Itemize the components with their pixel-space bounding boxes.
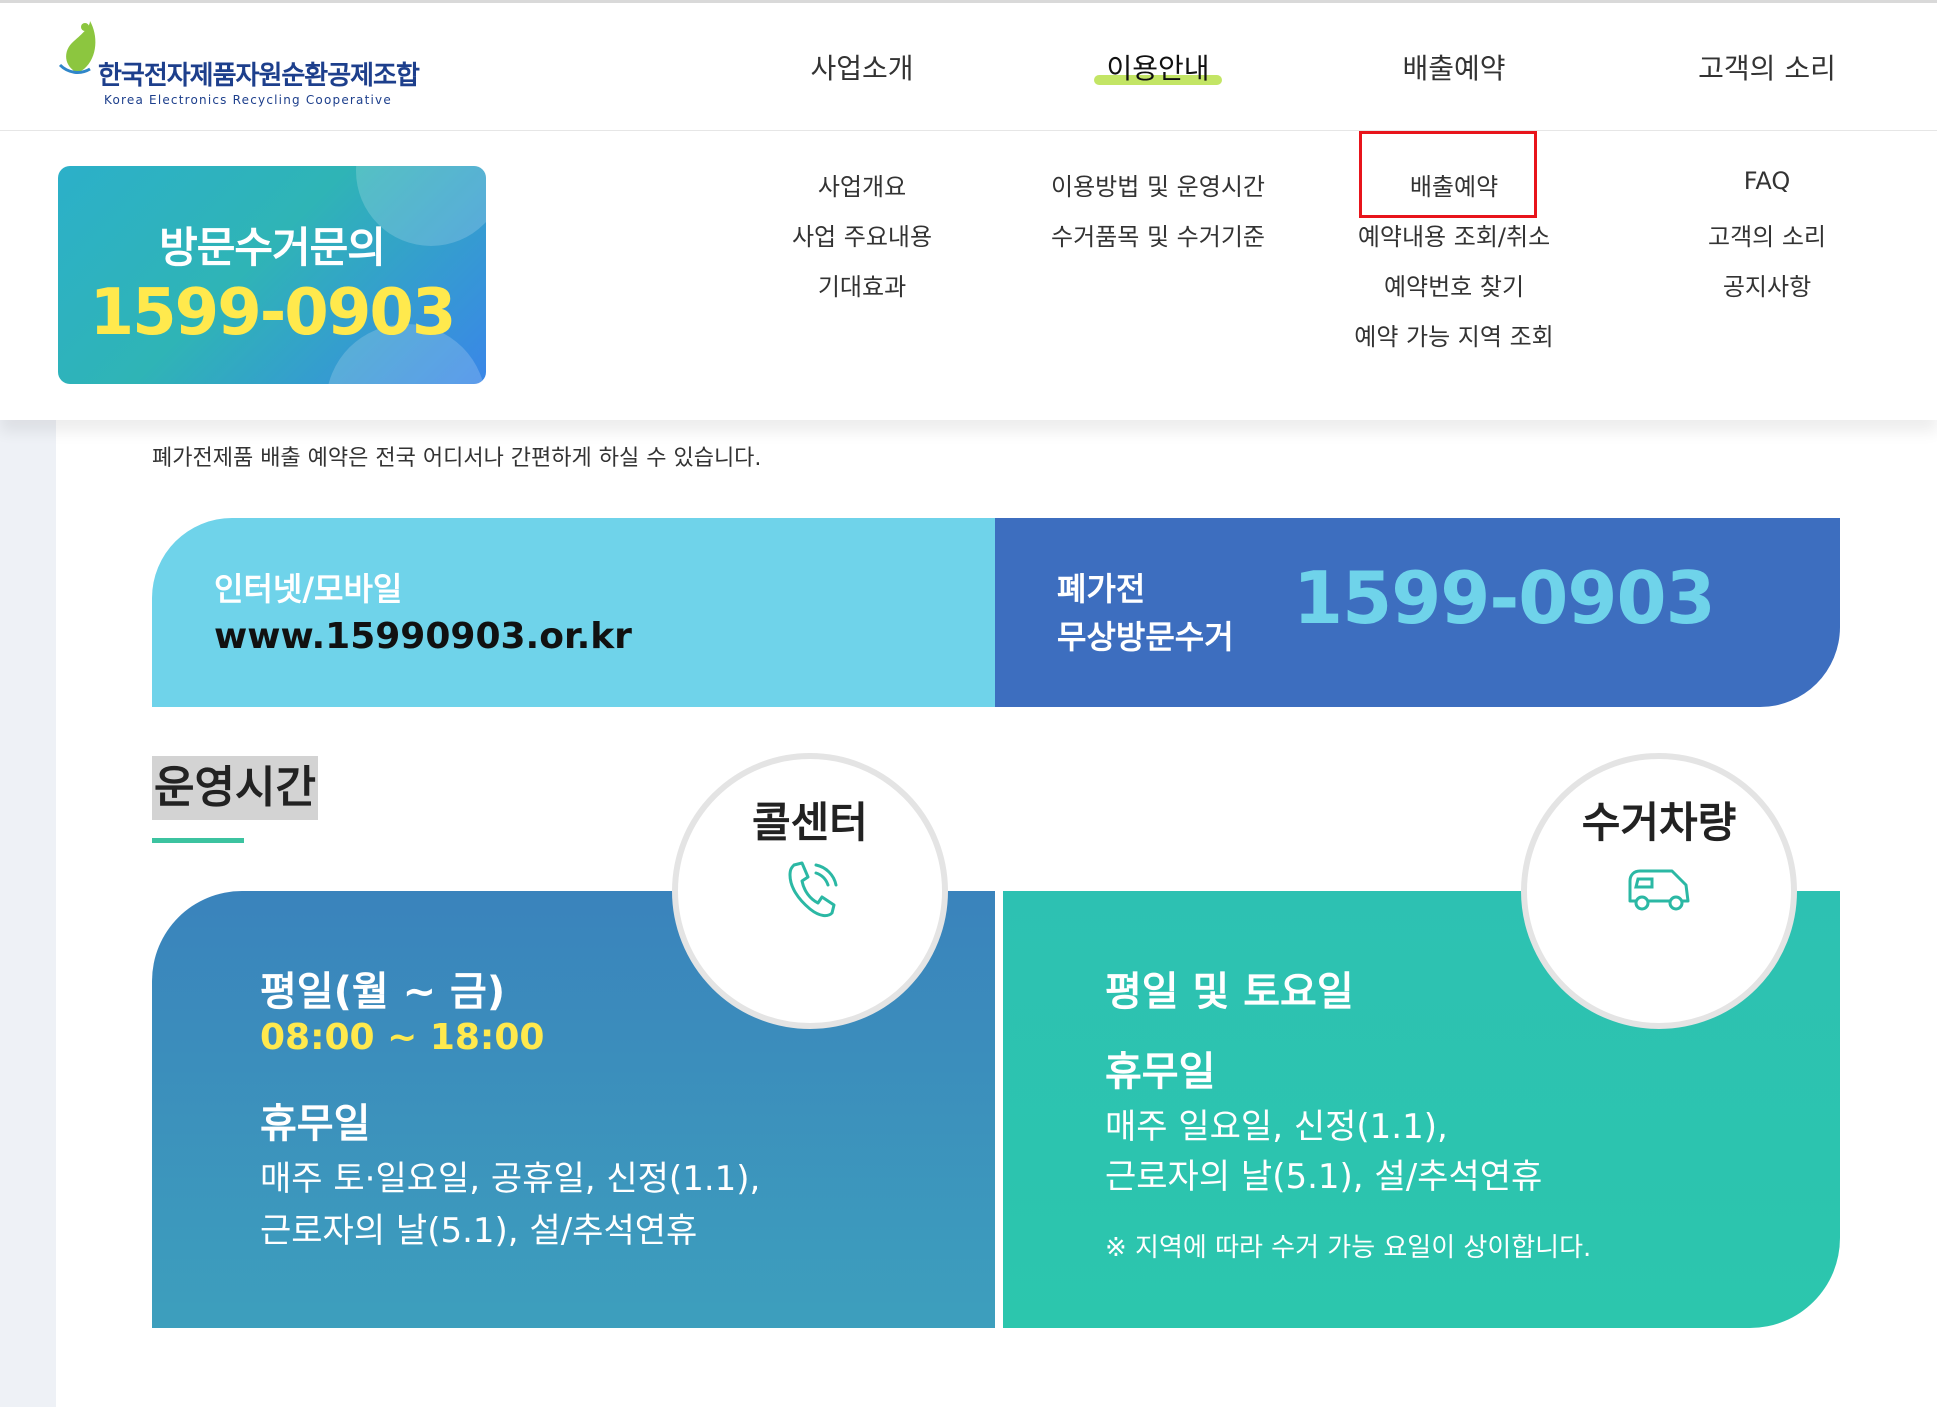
banner-phone-number[interactable]: 1599-0903 — [1293, 556, 1716, 640]
logo-english-text: Korea Electronics Recycling Cooperative — [104, 93, 392, 107]
banner-phone-pickup: 폐가전 무상방문수거 1599-0903 — [995, 518, 1840, 707]
page-side-background — [0, 420, 56, 1407]
section-title-operating-hours: 운영시간 — [152, 756, 318, 820]
submenu-items-and-criteria[interactable]: 수거품목 및 수거기준 — [1051, 217, 1265, 252]
submenu-available-area-lookup[interactable]: 예약 가능 지역 조회 — [1354, 317, 1554, 352]
banner-website-url[interactable]: www.15990903.or.kr — [214, 616, 632, 657]
contact-banner: 인터넷/모바일 www.15990903.or.kr 폐가전 무상방문수거 15… — [152, 518, 1840, 707]
submenu-usage-and-hours[interactable]: 이용방법 및 운영시간 — [1051, 167, 1265, 202]
site-header: 한국전자제품자원순환공제조합 Korea Electronics Recycli… — [0, 3, 1937, 131]
visit-pickup-promo[interactable]: 방문수거문의 1599-0903 — [58, 166, 486, 384]
mega-dropdown-menu: 방문수거문의 1599-0903 사업개요 사업 주요내용 기대효과 이용방법 … — [0, 131, 1937, 420]
submenu-faq[interactable]: FAQ — [1744, 167, 1791, 195]
call-center-hours: 08:00 ~ 18:00 — [260, 1017, 545, 1058]
site-logo[interactable]: 한국전자제품자원순환공제조합 Korea Electronics Recycli… — [56, 21, 436, 111]
submenu-expected-effect[interactable]: 기대효과 — [818, 267, 906, 302]
pickup-truck-badge: 수거차량 — [1521, 753, 1797, 1029]
call-center-card: 콜센터 평일(월 ~ 금) 08:00 ~ 18:00 휴무일 매주 토·일요일… — [152, 753, 995, 1328]
submenu-customer-voice[interactable]: 고객의 소리 — [1708, 217, 1826, 252]
pickup-truck-card: 수거차량 평일 및 토요일 휴무일 매주 일요일, 신정(1.1), 근로자의 … — [1003, 753, 1840, 1328]
nav-disposal-reservation[interactable]: 배출예약 — [1402, 47, 1505, 87]
submenu-find-reservation-number[interactable]: 예약번호 찾기 — [1384, 267, 1524, 302]
call-center-holiday-line2: 근로자의 날(5.1), 설/추석연휴 — [260, 1211, 698, 1251]
submenu-reservation-lookup-cancel[interactable]: 예약내용 조회/취소 — [1358, 217, 1550, 252]
intro-text: 폐가전제품 배출 예약은 전국 어디서나 간편하게 하실 수 있습니다. — [152, 446, 762, 471]
promo-phone-number: 1599-0903 — [89, 276, 457, 350]
nav-customer-voice[interactable]: 고객의 소리 — [1698, 47, 1836, 87]
banner-internet-label: 인터넷/모바일 — [214, 570, 403, 608]
call-center-badge-title: 콜센터 — [752, 798, 868, 847]
submenu-business-main-content[interactable]: 사업 주요내용 — [792, 217, 932, 252]
promo-title: 방문수거문의 — [159, 223, 386, 272]
call-center-weekday-label: 평일(월 ~ 금) — [260, 969, 506, 1015]
call-center-holiday-title: 휴무일 — [260, 1101, 371, 1147]
logo-korean-text: 한국전자제품자원순환공제조합 — [98, 61, 420, 91]
truck-icon — [1628, 869, 1690, 911]
highlight-annotation-box — [1359, 131, 1537, 218]
call-center-holiday-line1: 매주 토·일요일, 공휴일, 신정(1.1), — [260, 1159, 761, 1199]
banner-internet-mobile[interactable]: 인터넷/모바일 www.15990903.or.kr — [152, 518, 995, 707]
submenu-notices[interactable]: 공지사항 — [1723, 267, 1811, 302]
truck-days-label: 평일 및 토요일 — [1105, 969, 1354, 1015]
truck-region-note: ※ 지역에 따라 수거 가능 요일이 상이합니다. — [1105, 1233, 1592, 1263]
banner-pickup-label-line2: 무상방문수거 — [1057, 618, 1234, 656]
call-center-badge: 콜센터 — [672, 753, 948, 1029]
submenu-business-overview[interactable]: 사업개요 — [818, 167, 906, 202]
phone-icon — [788, 861, 838, 918]
truck-holiday-title: 휴무일 — [1105, 1049, 1216, 1095]
section-title-underline — [152, 838, 244, 843]
truck-holiday-line1: 매주 일요일, 신정(1.1), — [1105, 1107, 1448, 1147]
banner-pickup-label-line1: 폐가전 — [1057, 570, 1146, 608]
nav-usage-guide[interactable]: 이용안내 — [1106, 47, 1209, 87]
nav-business-intro[interactable]: 사업소개 — [810, 47, 913, 87]
truck-holiday-line2: 근로자의 날(5.1), 설/추석연휴 — [1105, 1157, 1543, 1197]
pickup-truck-badge-title: 수거차량 — [1581, 798, 1737, 847]
